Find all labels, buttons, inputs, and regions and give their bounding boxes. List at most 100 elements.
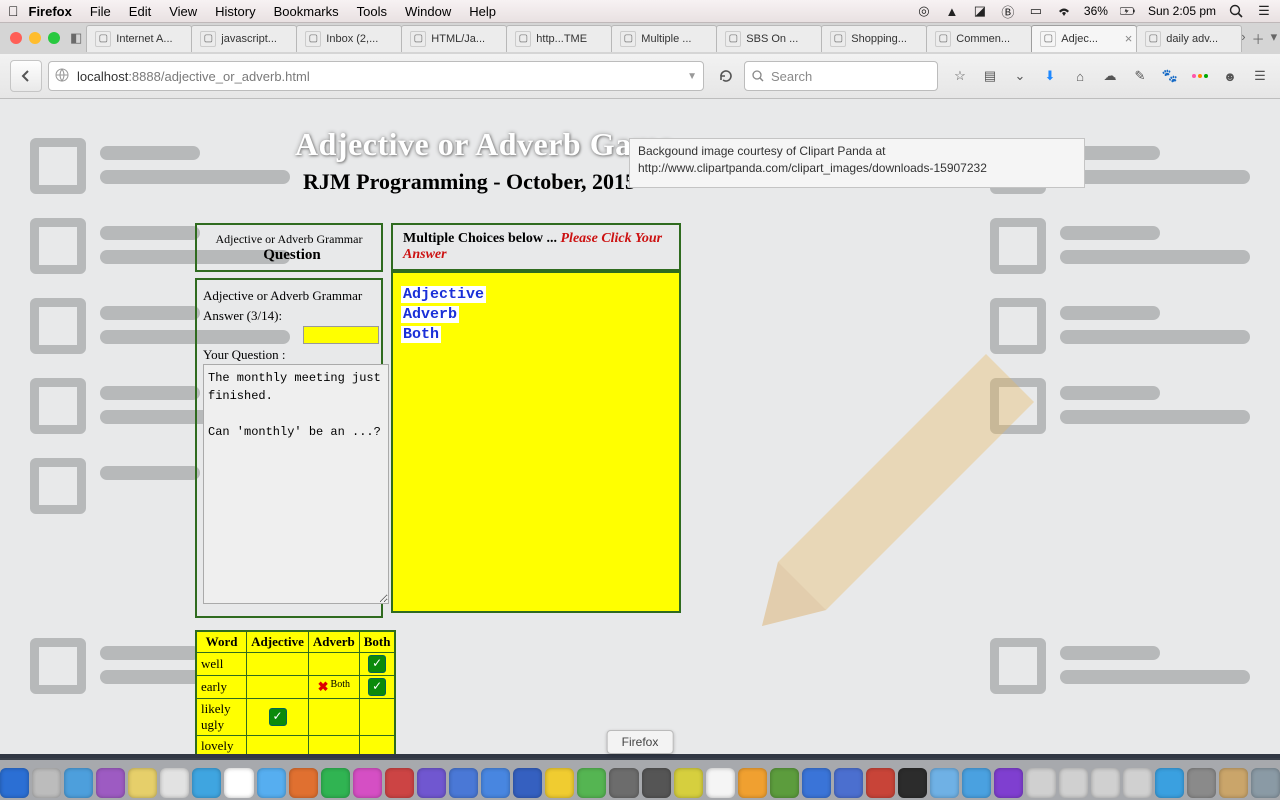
dock-app-38[interactable]	[1219, 768, 1248, 798]
window-zoom[interactable]	[48, 32, 60, 44]
search-bar[interactable]: Search	[744, 61, 938, 91]
site-identity-icon[interactable]	[55, 68, 71, 84]
tab-0[interactable]: ▢Internet A...	[86, 25, 192, 52]
dock-app-36[interactable]	[1155, 768, 1184, 798]
dock-app-5[interactable]	[160, 768, 189, 798]
tab-4[interactable]: ▢http...TME	[506, 25, 612, 52]
reload-button[interactable]	[714, 64, 738, 88]
dock-app-31[interactable]	[994, 768, 1023, 798]
question-textarea[interactable]	[203, 364, 389, 604]
spotlight-icon[interactable]	[1228, 3, 1244, 19]
airplay-icon[interactable]: ▭	[1028, 3, 1044, 19]
menu-view[interactable]: View	[169, 4, 197, 19]
status-icon-2[interactable]: ▲	[944, 3, 960, 19]
sidebar-toggle-icon[interactable]: ◧	[70, 27, 82, 49]
battery-icon[interactable]	[1120, 3, 1136, 19]
dock-app-34[interactable]	[1091, 768, 1120, 798]
menu-window[interactable]: Window	[405, 4, 451, 19]
dock-app-24[interactable]	[770, 768, 799, 798]
status-icon-3[interactable]: ◪	[972, 3, 988, 19]
menu-edit[interactable]: Edit	[129, 4, 151, 19]
dock-app-0[interactable]	[0, 768, 29, 798]
dock-app-39[interactable]	[1251, 768, 1280, 798]
hamburger-menu-icon[interactable]: ☰	[1250, 66, 1270, 86]
dock-app-18[interactable]	[577, 768, 606, 798]
addon-icon-3[interactable]	[1190, 66, 1210, 86]
status-icon-1[interactable]: ◎	[916, 3, 932, 19]
dock-app-32[interactable]	[1026, 768, 1055, 798]
apple-menu-icon[interactable]: 	[8, 3, 19, 19]
wifi-icon[interactable]	[1056, 3, 1072, 19]
dock-app-21[interactable]	[674, 768, 703, 798]
back-button[interactable]	[10, 60, 42, 92]
new-tab-icon[interactable]: ＋	[1252, 29, 1265, 48]
window-close[interactable]	[10, 32, 22, 44]
dock-app-37[interactable]	[1187, 768, 1216, 798]
dock-app-25[interactable]	[802, 768, 831, 798]
dock-app-9[interactable]	[289, 768, 318, 798]
dock-app-30[interactable]	[962, 768, 991, 798]
url-bar[interactable]: localhost:8888/adjective_or_adverb.html …	[48, 61, 704, 91]
answer-adjective[interactable]: Adjective	[401, 286, 486, 303]
url-dropdown-icon[interactable]: ▼	[687, 71, 697, 82]
home-icon[interactable]: ⌂	[1070, 66, 1090, 86]
dock-app-2[interactable]	[64, 768, 93, 798]
tab-5[interactable]: ▢Multiple ...	[611, 25, 717, 52]
dock-app-15[interactable]	[481, 768, 510, 798]
dock-app-19[interactable]	[609, 768, 638, 798]
tab-10[interactable]: ▢daily adv...	[1136, 25, 1242, 52]
dock-app-4[interactable]	[128, 768, 157, 798]
dock-app-20[interactable]	[642, 768, 671, 798]
dock-app-28[interactable]	[898, 768, 927, 798]
dock-app-1[interactable]	[32, 768, 61, 798]
tab-2[interactable]: ▢Inbox (2,...	[296, 25, 402, 52]
dock-app-29[interactable]	[930, 768, 959, 798]
status-icon-4[interactable]: Ⓑ	[1000, 3, 1016, 19]
dock-app-6[interactable]	[192, 768, 221, 798]
addon-icon-1[interactable]: ✎	[1130, 66, 1150, 86]
menu-history[interactable]: History	[215, 4, 255, 19]
tab-7[interactable]: ▢Shopping...	[821, 25, 927, 52]
addon-icon-2[interactable]: 🐾	[1160, 66, 1180, 86]
dock-app-17[interactable]	[545, 768, 574, 798]
list-all-tabs-icon[interactable]: ▾	[1271, 29, 1278, 48]
pocket-icon[interactable]: ⌄	[1010, 66, 1030, 86]
menu-help[interactable]: Help	[469, 4, 496, 19]
bookmark-star-icon[interactable]: ☆	[950, 66, 970, 86]
addon-icon-4[interactable]: ☻	[1220, 66, 1240, 86]
dock-app-35[interactable]	[1123, 768, 1152, 798]
dock-app-22[interactable]	[706, 768, 735, 798]
dock-app-14[interactable]	[449, 768, 478, 798]
dock-app-33[interactable]	[1059, 768, 1088, 798]
dock-app-13[interactable]	[417, 768, 446, 798]
sync-icon[interactable]: ☁	[1100, 66, 1120, 86]
close-tab-icon[interactable]: ×	[1125, 31, 1133, 46]
menu-bookmarks[interactable]: Bookmarks	[274, 4, 339, 19]
dock-app-26[interactable]	[834, 768, 863, 798]
tab-9[interactable]: ▢Adjec...×	[1031, 25, 1137, 52]
tab-3[interactable]: ▢HTML/Ja...	[401, 25, 507, 52]
dock-app-16[interactable]	[513, 768, 542, 798]
dock-app-10[interactable]	[321, 768, 350, 798]
dock-app-27[interactable]	[866, 768, 895, 798]
menu-file[interactable]: File	[90, 4, 111, 19]
tab-1[interactable]: ▢javascript...	[191, 25, 297, 52]
answer-adverb[interactable]: Adverb	[401, 306, 459, 323]
app-menu[interactable]: Firefox	[29, 4, 72, 19]
tab-8[interactable]: ▢Commen...	[926, 25, 1032, 52]
menu-list-icon[interactable]: ☰	[1256, 3, 1272, 19]
dock-app-23[interactable]	[738, 768, 767, 798]
dock-app-8[interactable]	[257, 768, 286, 798]
answer-both[interactable]: Both	[401, 326, 441, 343]
window-minimize[interactable]	[29, 32, 41, 44]
dock-app-7[interactable]	[224, 768, 253, 798]
dock-app-3[interactable]	[96, 768, 125, 798]
dock-app-11[interactable]	[353, 768, 382, 798]
clock[interactable]: Sun 2:05 pm	[1148, 4, 1216, 18]
downloads-icon[interactable]: ⬇	[1040, 66, 1060, 86]
dock-app-12[interactable]	[385, 768, 414, 798]
menu-tools[interactable]: Tools	[357, 4, 387, 19]
answer-input[interactable]	[303, 326, 379, 344]
tab-6[interactable]: ▢SBS On ...	[716, 25, 822, 52]
reader-icon[interactable]: ▤	[980, 66, 1000, 86]
